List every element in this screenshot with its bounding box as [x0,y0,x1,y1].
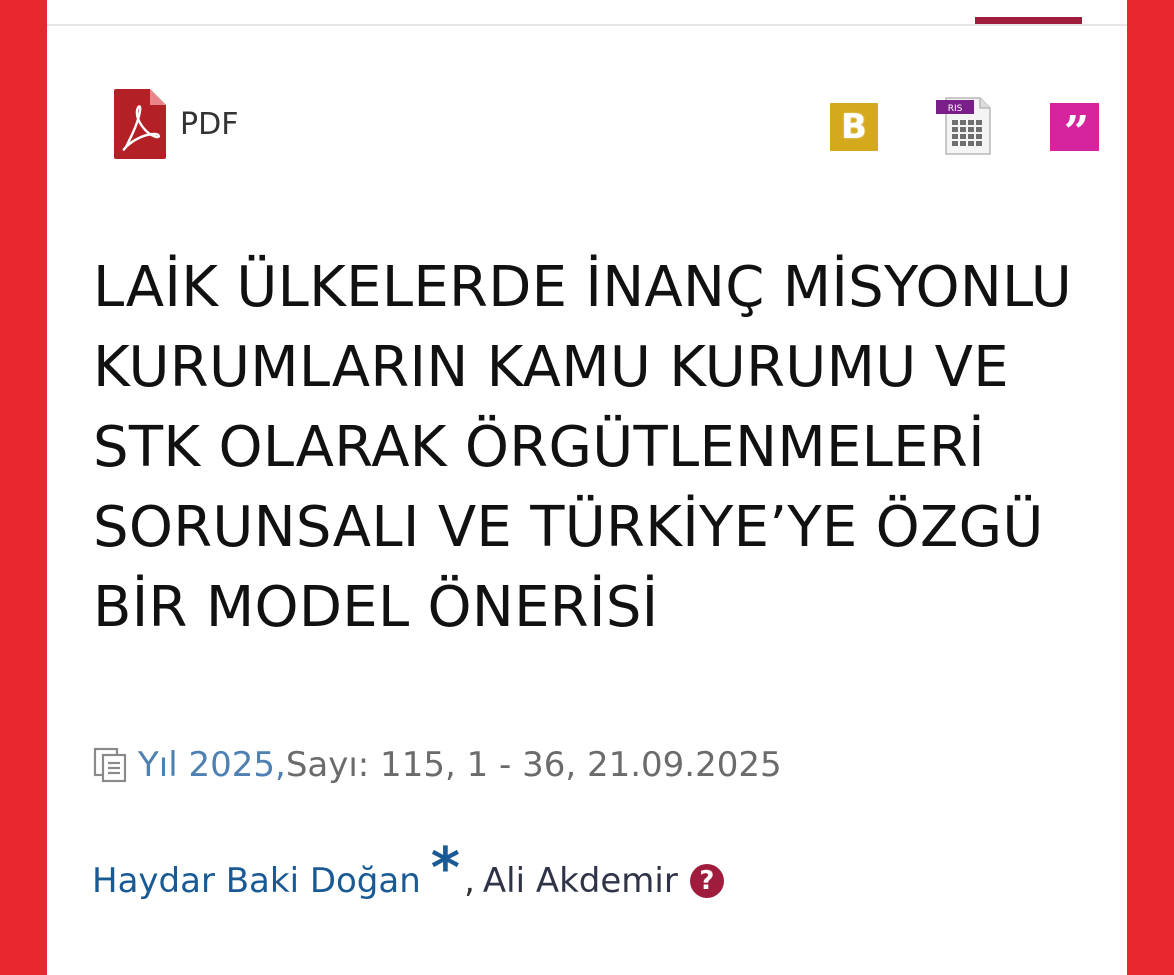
year-link[interactable]: Yıl 2025, [138,745,286,785]
pdf-download-link[interactable]: PDF [114,89,238,159]
pdf-file-icon [114,89,166,159]
corresponding-author-marker: * [430,836,461,901]
author-list: Haydar Baki Doğan * , Ali Akdemir ? [92,841,724,914]
author-link[interactable]: Ali Akdemir [483,861,678,901]
author-separator: , [464,861,475,901]
cite-button[interactable]: ” [1050,103,1099,155]
article-title: LAİK ÜLKELERDE İNANÇ MİSYONLU KURUMLARIN… [93,255,1073,640]
pdf-label: PDF [180,106,239,142]
ris-file-icon: RIS [936,97,991,155]
issue-details: Sayı: 115, 1 - 36, 21.09.2025 [285,745,782,785]
header-divider [47,24,1127,26]
copy-document-icon [93,747,127,783]
bibtex-button[interactable]: B [830,103,878,151]
issue-info: Yıl 2025, Sayı: 115, 1 - 36, 21.09.2025 [92,742,782,788]
article-panel: PDF B RIS ” LAİK ÜLKELERDE İNANÇ MİSYONL… [47,0,1127,975]
question-circle-icon[interactable]: ? [689,864,724,898]
bibtex-icon: B [841,107,867,147]
author-link[interactable]: Haydar Baki Doğan [92,861,421,901]
quote-icon: ” [1063,107,1089,158]
ris-label: RIS [948,104,963,114]
ris-export-button[interactable]: RIS [936,96,994,156]
active-tab-indicator [975,17,1082,24]
